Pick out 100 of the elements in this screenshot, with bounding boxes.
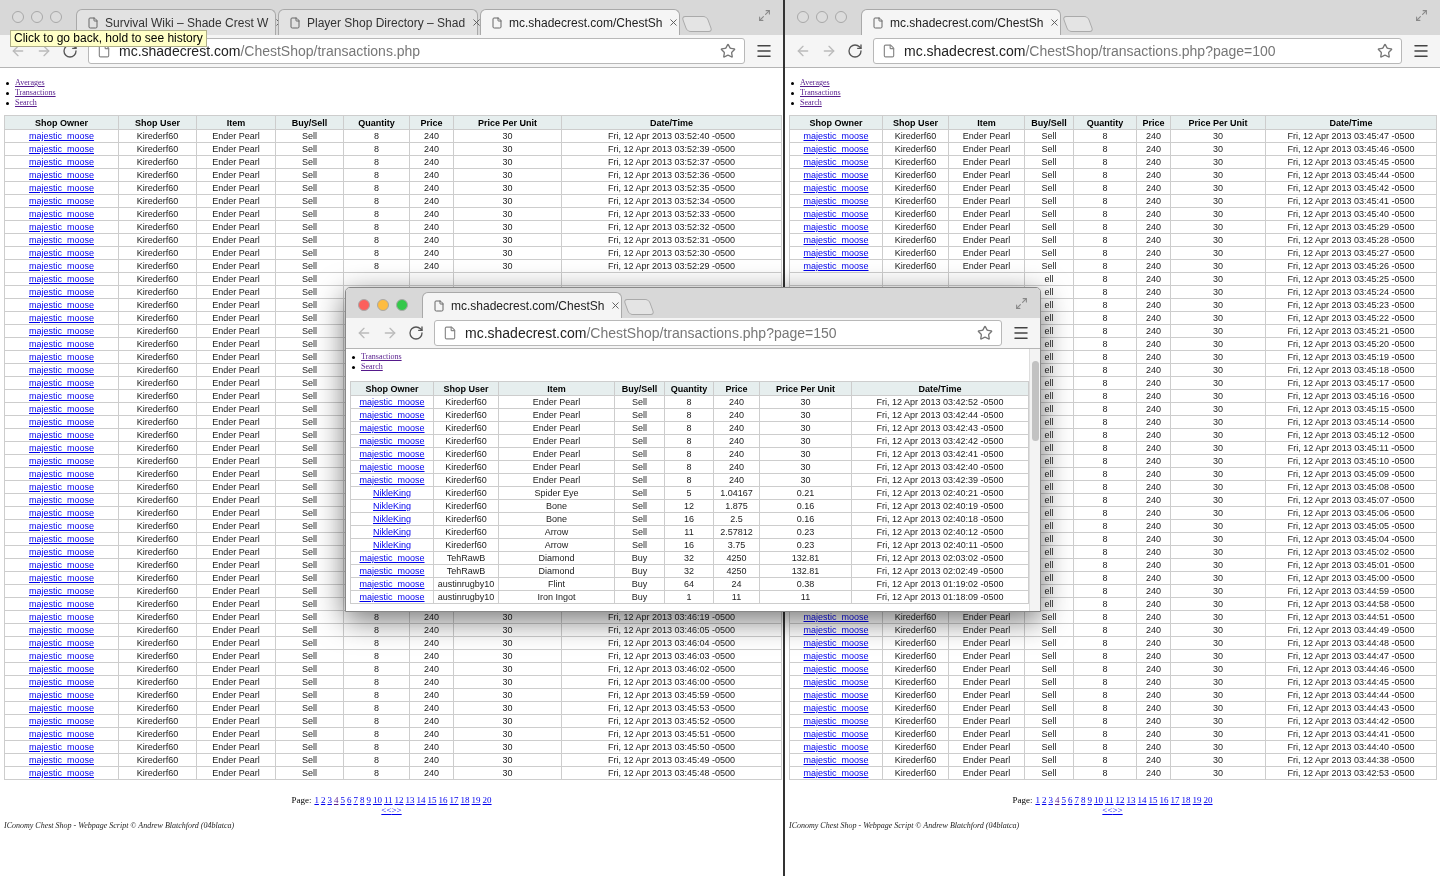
- page-link[interactable]: 11: [383, 795, 393, 805]
- bookmark-star-icon[interactable]: [977, 325, 993, 341]
- scrollbar[interactable]: [1029, 349, 1040, 611]
- address-field[interactable]: mc.shadecrest.com/ChestShop/transactions.php?page=100: [873, 38, 1402, 64]
- page-link[interactable]: 13: [1126, 795, 1136, 805]
- page-link[interactable]: 3: [327, 795, 332, 805]
- page-link[interactable]: 11: [1104, 795, 1114, 805]
- page-link[interactable]: 13: [405, 795, 415, 805]
- window-minimize-button[interactable]: [816, 11, 828, 23]
- nav-link[interactable]: Search: [15, 98, 37, 108]
- page-link[interactable]: 9: [366, 795, 371, 805]
- nav-link[interactable]: Averages: [15, 78, 45, 88]
- page-link[interactable]: 17: [449, 795, 459, 805]
- forward-icon[interactable]: [382, 325, 398, 341]
- back-icon[interactable]: [356, 325, 372, 341]
- reload-icon[interactable]: [408, 325, 424, 341]
- nav-link[interactable]: Search: [800, 98, 822, 108]
- window-minimize-button[interactable]: [377, 299, 389, 311]
- table-cell: Sell: [275, 324, 344, 338]
- window-minimize-button[interactable]: [31, 11, 43, 23]
- page-link[interactable]: 8: [1080, 795, 1086, 805]
- page-link[interactable]: 10: [372, 795, 382, 805]
- previous-link[interactable]: <<: [381, 805, 392, 815]
- page-link[interactable]: 1: [314, 795, 319, 805]
- page-link[interactable]: 15: [427, 795, 437, 805]
- window-close-button[interactable]: [797, 11, 809, 23]
- page-link[interactable]: 1: [1035, 795, 1040, 805]
- page-link[interactable]: 19: [1192, 795, 1202, 805]
- close-icon[interactable]: [1049, 17, 1061, 28]
- url-text: mc.shadecrest.com/ChestShop/transactions.php?page=100: [904, 41, 1277, 61]
- table-cell: Sell: [614, 460, 665, 474]
- page-link[interactable]: 4: [333, 795, 339, 805]
- page-link[interactable]: 2: [1041, 795, 1047, 805]
- page-link[interactable]: 8: [359, 795, 365, 805]
- page-link[interactable]: 16: [438, 795, 448, 805]
- reload-icon[interactable]: [847, 43, 863, 59]
- page-link[interactable]: 18: [460, 795, 470, 805]
- bullet-icon: [6, 91, 9, 95]
- page-link[interactable]: 20: [482, 795, 492, 805]
- page-link[interactable]: 17: [1170, 795, 1180, 805]
- table-cell: Kirederf60: [433, 486, 499, 500]
- previous-link[interactable]: <<: [1102, 805, 1113, 815]
- table-cell: Kirederf60: [433, 421, 499, 435]
- table-cell: 8: [1073, 675, 1137, 689]
- page-link[interactable]: 6: [346, 795, 352, 805]
- page-link[interactable]: 12: [394, 795, 404, 805]
- page-link[interactable]: 14: [1137, 795, 1147, 805]
- page-link[interactable]: 5: [340, 795, 345, 805]
- page-link[interactable]: 16: [1159, 795, 1169, 805]
- page-link[interactable]: 19: [471, 795, 481, 805]
- back-icon[interactable]: [795, 43, 811, 59]
- table-cell: Arrow: [498, 525, 615, 539]
- window-zoom-button[interactable]: [835, 11, 847, 23]
- close-icon[interactable]: [668, 17, 680, 28]
- browser-tab[interactable]: Player Shop Directory – Shad: [278, 9, 478, 35]
- browser-tab[interactable]: mc.shadecrest.com/ChestSh: [422, 292, 622, 318]
- menu-icon[interactable]: [1012, 324, 1030, 342]
- forward-icon[interactable]: [821, 43, 837, 59]
- page-link[interactable]: 14: [416, 795, 426, 805]
- table-cell: Fri, 12 Apr 2013 03:44:41 -0500: [1265, 727, 1437, 741]
- page-link[interactable]: 6: [1067, 795, 1073, 805]
- table-cell: Ender Pearl: [196, 753, 276, 767]
- menu-icon[interactable]: [1412, 42, 1430, 60]
- close-icon[interactable]: [610, 300, 622, 311]
- nav-link[interactable]: Averages: [800, 78, 830, 88]
- fullscreen-icon[interactable]: [1415, 9, 1428, 22]
- fullscreen-icon[interactable]: [1015, 297, 1028, 310]
- next-link[interactable]: >>: [391, 805, 402, 815]
- page-icon: [872, 16, 884, 29]
- page-link[interactable]: 12: [1115, 795, 1125, 805]
- page-link[interactable]: 9: [1087, 795, 1092, 805]
- window-close-button[interactable]: [12, 11, 24, 23]
- table-cell: 8: [1073, 506, 1137, 520]
- page-link[interactable]: 4: [1054, 795, 1060, 805]
- table-cell: Ender Pearl: [196, 558, 276, 572]
- page-link[interactable]: 18: [1181, 795, 1191, 805]
- browser-tab[interactable]: mc.shadecrest.com/ChestSh: [480, 9, 680, 35]
- fullscreen-icon[interactable]: [758, 9, 771, 22]
- bookmark-star-icon[interactable]: [1377, 43, 1393, 59]
- bookmark-star-icon[interactable]: [720, 43, 736, 59]
- nav-link[interactable]: Transactions: [15, 88, 56, 98]
- footer-text: IConomy Chest Shop - Webpage Script © Andrew Blatchford (04blatca): [789, 820, 1021, 832]
- page-link[interactable]: 15: [1148, 795, 1158, 805]
- page-link[interactable]: 7: [353, 795, 358, 805]
- browser-tab[interactable]: mc.shadecrest.com/ChestSh: [861, 9, 1061, 35]
- page-link[interactable]: 2: [320, 795, 326, 805]
- close-icon[interactable]: [471, 17, 483, 28]
- page-link[interactable]: 10: [1093, 795, 1103, 805]
- table-cell: Kirederf60: [433, 408, 499, 422]
- next-link[interactable]: >>: [1112, 805, 1123, 815]
- page-link[interactable]: 3: [1048, 795, 1053, 805]
- menu-icon[interactable]: [755, 42, 773, 60]
- window-zoom-button[interactable]: [50, 11, 62, 23]
- window-zoom-button[interactable]: [396, 299, 408, 311]
- page-link[interactable]: 20: [1203, 795, 1213, 805]
- page-link[interactable]: 7: [1074, 795, 1079, 805]
- nav-link[interactable]: Transactions: [800, 88, 841, 98]
- page-link[interactable]: 5: [1061, 795, 1066, 805]
- window-close-button[interactable]: [358, 299, 370, 311]
- address-field[interactable]: mc.shadecrest.com/ChestShop/transactions.php?page=150: [434, 320, 1002, 346]
